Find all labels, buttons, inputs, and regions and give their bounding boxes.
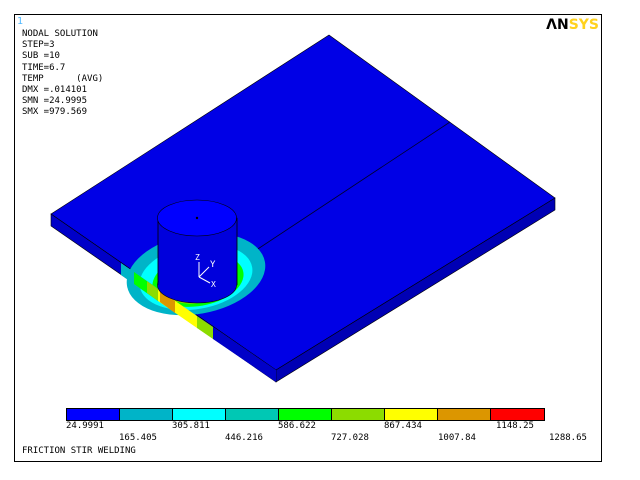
legend-swatch <box>385 409 438 420</box>
legend-swatch <box>279 409 332 420</box>
legend-value: 727.028 <box>331 433 369 443</box>
legend-labels-top: 24.9991 305.811 586.622 867.434 1148.25 <box>15 421 601 433</box>
plate-top-face <box>50 34 556 371</box>
triad-x-label: X <box>211 280 216 289</box>
legend-value: 446.216 <box>225 433 263 443</box>
legend-value: 165.405 <box>119 433 157 443</box>
plot-title: FRICTION STIR WELDING <box>22 446 136 456</box>
triad-z-label: Z <box>195 253 200 262</box>
legend-value: 1007.84 <box>438 433 476 443</box>
legend-value: 1148.25 <box>496 421 534 431</box>
legend-swatch <box>226 409 279 420</box>
triad-y-label: Y <box>210 260 216 270</box>
legend-value: 24.9991 <box>66 421 104 431</box>
legend-swatch <box>332 409 385 420</box>
fe-model-view[interactable]: Z Y X <box>15 15 601 461</box>
legend-swatch <box>67 409 120 420</box>
legend-swatch <box>173 409 226 420</box>
legend-value: 586.622 <box>278 421 316 431</box>
legend-swatch <box>438 409 491 420</box>
legend-labels-bottom: 165.405 446.216 727.028 1007.84 1288.65 <box>15 433 601 445</box>
legend-swatch <box>120 409 173 420</box>
legend-value: 1288.65 <box>549 433 587 443</box>
tool-cylinder <box>157 199 238 304</box>
legend-value: 305.811 <box>172 421 210 431</box>
color-legend-bar <box>66 408 545 421</box>
legend-swatch <box>491 409 544 420</box>
legend-value: 867.434 <box>384 421 422 431</box>
graphics-window[interactable]: 1 NODAL SOLUTION STEP=3 SUB =10 TIME=6.7… <box>14 14 602 462</box>
